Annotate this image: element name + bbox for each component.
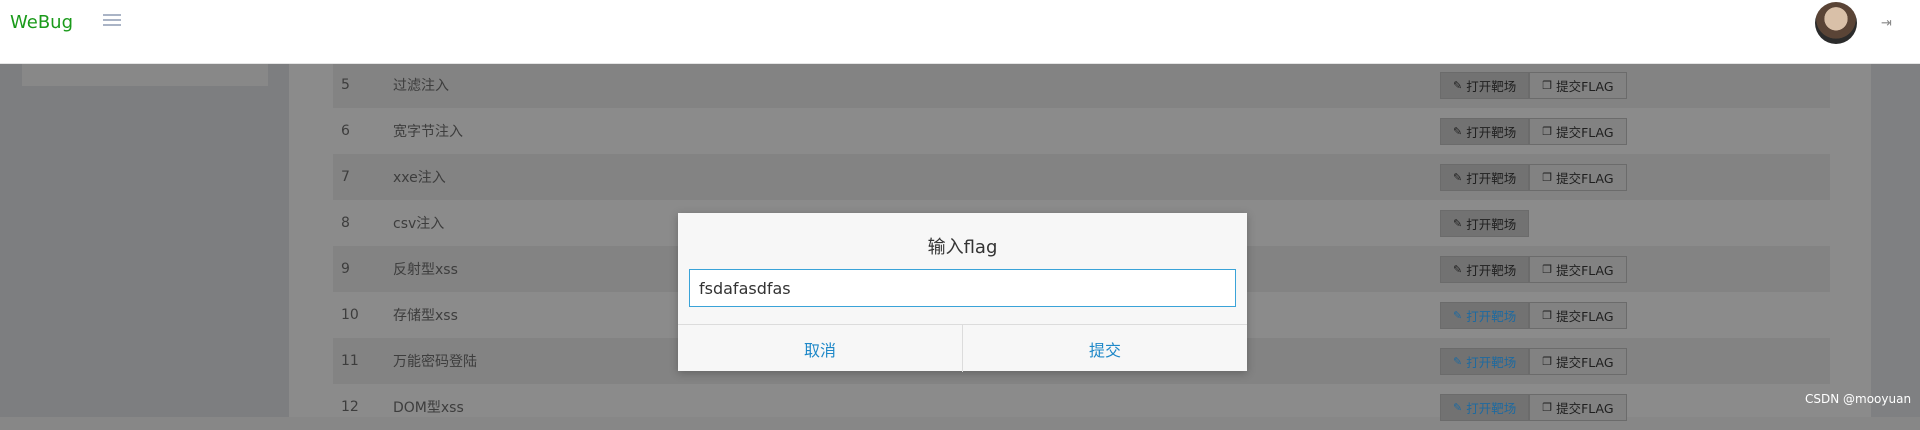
- copy-icon: ❐: [1542, 308, 1553, 322]
- app-logo[interactable]: WeBug: [10, 12, 73, 33]
- flag-input[interactable]: [689, 269, 1236, 307]
- avatar[interactable]: [1815, 2, 1857, 44]
- open-range-button[interactable]: ✎ 打开靶场: [1440, 117, 1530, 145]
- row-name: 存储型xss: [393, 308, 458, 324]
- open-range-button[interactable]: ✎ 打开靶场: [1440, 163, 1530, 191]
- cancel-button[interactable]: 取消: [678, 325, 962, 372]
- edit-icon: ✎: [1453, 400, 1463, 414]
- table-row: 6 宽字节注入 ✎ 打开靶场 ❐ 提交FLAG: [333, 108, 1830, 154]
- table-row: 5 过滤注入 ✎ 打开靶场 ❐ 提交FLAG: [333, 62, 1830, 108]
- dialog-title: 输入flag: [927, 237, 998, 258]
- copy-icon: ❐: [1542, 78, 1553, 92]
- list-icon[interactable]: [103, 14, 121, 28]
- flag-dialog: 输入flag 取消 提交: [678, 213, 1247, 372]
- open-range-button[interactable]: ✎ 打开靶场: [1440, 209, 1530, 237]
- edit-icon: ✎: [1453, 216, 1463, 230]
- row-number: 9: [341, 261, 350, 277]
- copy-icon: ❐: [1542, 170, 1553, 184]
- open-range-button[interactable]: ✎ 打开靶场: [1440, 347, 1530, 375]
- row-number: 12: [341, 399, 359, 415]
- row-number: 7: [341, 169, 350, 185]
- table-row: 12 DOM型xss ✎ 打开靶场 ❐ 提交FLAG: [333, 384, 1830, 430]
- open-range-button[interactable]: ✎ 打开靶场: [1440, 255, 1530, 283]
- row-number: 8: [341, 215, 350, 231]
- sign-out-icon[interactable]: ⇥: [1881, 16, 1892, 31]
- top-navbar: WeBug ⇥: [0, 0, 1920, 64]
- submit-flag-button[interactable]: ❐ 提交FLAG: [1529, 255, 1627, 283]
- open-range-button[interactable]: ✎ 打开靶场: [1440, 393, 1530, 421]
- submit-flag-button[interactable]: ❐ 提交FLAG: [1529, 393, 1627, 421]
- edit-icon: ✎: [1453, 124, 1463, 138]
- dialog-footer: 取消 提交: [678, 324, 1247, 372]
- open-range-button[interactable]: ✎ 打开靶场: [1440, 301, 1530, 329]
- edit-icon: ✎: [1453, 308, 1463, 322]
- row-name: 万能密码登陆: [393, 354, 477, 370]
- copy-icon: ❐: [1542, 124, 1553, 138]
- copy-icon: ❐: [1542, 354, 1553, 368]
- edit-icon: ✎: [1453, 78, 1463, 92]
- submit-flag-button[interactable]: ❐ 提交FLAG: [1529, 301, 1627, 329]
- row-number: 5: [341, 77, 350, 93]
- sidebar-item[interactable]: [22, 62, 268, 86]
- edit-icon: ✎: [1453, 354, 1463, 368]
- row-name: 宽字节注入: [393, 124, 463, 140]
- row-number: 11: [341, 353, 359, 369]
- open-range-button[interactable]: ✎ 打开靶场: [1440, 71, 1530, 99]
- row-number: 6: [341, 123, 350, 139]
- submit-flag-button[interactable]: ❐ 提交FLAG: [1529, 347, 1627, 375]
- submit-flag-button[interactable]: ❐ 提交FLAG: [1529, 163, 1627, 191]
- submit-button[interactable]: 提交: [962, 325, 1247, 372]
- row-number: 10: [341, 307, 359, 323]
- row-name: csv注入: [393, 216, 445, 232]
- table-row: 7 xxe注入 ✎ 打开靶场 ❐ 提交FLAG: [333, 154, 1830, 200]
- copy-icon: ❐: [1542, 262, 1553, 276]
- copy-icon: ❐: [1542, 400, 1553, 414]
- watermark: CSDN @mooyuan: [1805, 392, 1912, 406]
- row-name: xxe注入: [393, 170, 446, 186]
- submit-flag-button[interactable]: ❐ 提交FLAG: [1529, 71, 1627, 99]
- row-name: 反射型xss: [393, 262, 458, 278]
- edit-icon: ✎: [1453, 170, 1463, 184]
- edit-icon: ✎: [1453, 262, 1463, 276]
- submit-flag-button[interactable]: ❐ 提交FLAG: [1529, 117, 1627, 145]
- row-name: DOM型xss: [393, 400, 464, 416]
- row-name: 过滤注入: [393, 78, 449, 94]
